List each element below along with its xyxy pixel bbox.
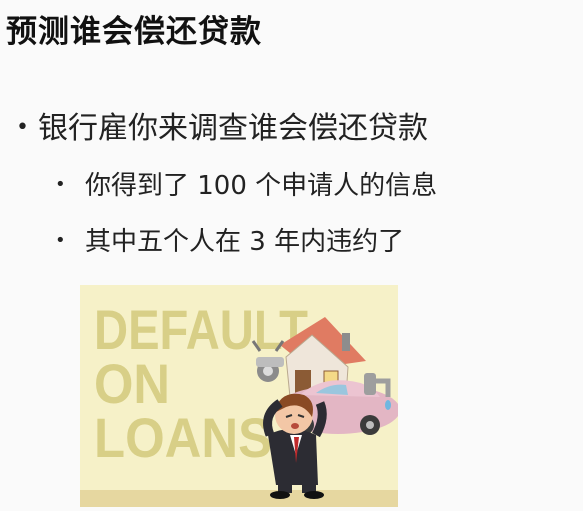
bullet-main-text: 银行雇你来调查谁会偿还贷款 <box>38 111 428 146</box>
bullet-main: • 银行雇你来调查谁会偿还贷款 <box>16 103 428 147</box>
text-line-loans: LOANS <box>94 406 272 469</box>
sub-bullet: • 其中五个人在 3 年内违约了 <box>55 221 404 258</box>
slide: 预测谁会偿还贷款 • 银行雇你来调查谁会偿还贷款 • 你得到了 100 个申请人的信… <box>0 0 583 508</box>
illustration-svg: DEFAULT ON LOANS <box>80 285 400 507</box>
sub-bullet-text: 你得到了 100 个申请人的信息 <box>85 171 438 201</box>
sub-bullet: • 你得到了 100 个申请人的信息 <box>55 165 437 202</box>
slide-title: 预测谁会偿还贷款 <box>6 14 262 50</box>
sub-bullet-text: 其中五个人在 3 年内违约了 <box>85 227 405 257</box>
ground-strip <box>80 490 398 507</box>
bullet-dot: • <box>55 174 66 195</box>
default-on-loans-illustration: DEFAULT ON LOANS <box>80 285 400 507</box>
bullet-dot: • <box>16 115 29 140</box>
bullet-dot: • <box>55 230 66 251</box>
